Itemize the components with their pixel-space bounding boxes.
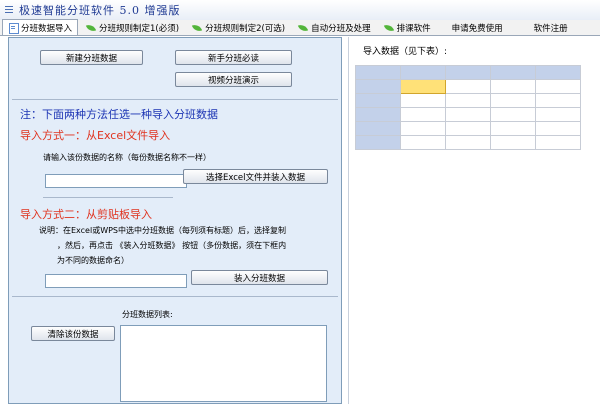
row-header[interactable] — [355, 93, 401, 108]
tab-rules-2[interactable]: 分班规则制定2(可选) — [187, 21, 290, 35]
tab-label: 申请免费使用 — [451, 24, 503, 34]
tab-label: 排课软件 — [396, 24, 431, 34]
grid-cell[interactable] — [400, 121, 446, 136]
preview-panel: 导入数据（见下表）: — [348, 37, 600, 404]
column-header[interactable] — [490, 65, 536, 80]
clipboard-name-input[interactable] — [45, 274, 187, 288]
tab-label: 软件注册 — [533, 24, 568, 34]
leaf-icon — [384, 24, 394, 33]
app-menu-icon[interactable] — [4, 5, 14, 15]
grid-cell[interactable] — [535, 93, 581, 108]
video-demo-button[interactable]: 视频分班演示 — [175, 72, 292, 87]
grid-cell[interactable] — [535, 135, 581, 150]
tab-scheduling[interactable]: 排课软件 — [379, 21, 436, 35]
divider — [12, 99, 338, 100]
grid-cell[interactable] — [490, 121, 536, 136]
import-table-label: 导入数据（见下表）: — [363, 47, 448, 57]
data-grid[interactable] — [355, 65, 581, 150]
grid-cell[interactable] — [445, 121, 491, 136]
data-list-box[interactable] — [120, 325, 327, 402]
column-header[interactable] — [400, 65, 446, 80]
divider — [12, 296, 338, 297]
title-bar: 极速智能分班软件 5.0 增强版 — [0, 0, 600, 20]
window-title: 极速智能分班软件 5.0 增强版 — [19, 4, 181, 17]
method1-prompt: 请输入该份数据的名称（每份数据名称不一样） — [43, 153, 211, 162]
tab-data-import[interactable]: 分班数据导入 — [2, 19, 79, 35]
grid-cell[interactable] — [490, 93, 536, 108]
row-header[interactable] — [355, 79, 401, 94]
tab-label: 分班数据导入 — [21, 23, 73, 34]
row-header[interactable] — [355, 135, 401, 150]
column-header[interactable] — [445, 65, 491, 80]
load-data-button[interactable]: 装入分班数据 — [191, 270, 328, 285]
data-name-input[interactable] — [45, 174, 187, 188]
column-header[interactable] — [535, 65, 581, 80]
grid-cell[interactable] — [400, 93, 446, 108]
tab-free-trial[interactable]: 申请免费使用 — [447, 21, 508, 35]
divider — [43, 197, 173, 198]
method2-desc-line2: ，然后，再点击 《装入分班数据》 按钮（多份数据，须在下框内 — [57, 241, 287, 250]
document-icon — [8, 23, 19, 34]
select-excel-button[interactable]: 选择Excel文件并装入数据 — [183, 169, 328, 184]
grid-cell[interactable] — [490, 107, 536, 122]
method2-desc-line1: 说明：在Excel或WPS中选中分班数据（每列须有标题）后，选择复制 — [39, 226, 287, 235]
tab-label: 分班规则制定1(必须) — [99, 24, 180, 34]
grid-cell[interactable] — [490, 135, 536, 150]
leaf-icon — [192, 24, 202, 33]
tab-registration[interactable]: 软件注册 — [529, 21, 573, 35]
import-note: 注：下面两种方法任选一种导入分班数据 — [20, 108, 218, 121]
row-header[interactable] — [355, 107, 401, 122]
grid-cell[interactable] — [535, 121, 581, 136]
method2-desc-line3: 为不同的数据命名） — [57, 256, 129, 265]
grid-cell[interactable] — [445, 79, 491, 94]
grid-cell[interactable] — [535, 107, 581, 122]
method1-title: 导入方式一：从Excel文件导入 — [20, 129, 171, 142]
grid-cell[interactable] — [445, 107, 491, 122]
grid-cell-selected[interactable] — [400, 79, 446, 94]
grid-corner — [355, 65, 401, 80]
grid-cell[interactable] — [400, 107, 446, 122]
tab-rules-1[interactable]: 分班规则制定1(必须) — [81, 21, 184, 35]
new-data-button[interactable]: 新建分班数据 — [40, 50, 143, 65]
data-list-label: 分班数据列表: — [122, 310, 173, 319]
clear-data-button[interactable]: 清除该份数据 — [31, 326, 115, 341]
tab-label: 自动分班及处理 — [311, 24, 371, 34]
beginner-guide-button[interactable]: 新手分班必读 — [175, 50, 292, 65]
leaf-icon — [298, 24, 308, 33]
tab-auto-assign[interactable]: 自动分班及处理 — [293, 21, 376, 35]
grid-cell[interactable] — [445, 135, 491, 150]
tab-label: 分班规则制定2(可选) — [205, 24, 286, 34]
grid-cell[interactable] — [400, 135, 446, 150]
method2-title: 导入方式二：从剪贴板导入 — [20, 208, 152, 221]
import-panel: 新建分班数据 新手分班必读 视频分班演示 注：下面两种方法任选一种导入分班数据 … — [8, 37, 342, 404]
row-header[interactable] — [355, 121, 401, 136]
grid-cell[interactable] — [445, 93, 491, 108]
leaf-icon — [86, 24, 96, 33]
grid-cell[interactable] — [535, 79, 581, 94]
tab-bar: 分班数据导入 分班规则制定1(必须) 分班规则制定2(可选) 自动分班及处理 排… — [0, 19, 600, 36]
grid-cell[interactable] — [490, 79, 536, 94]
